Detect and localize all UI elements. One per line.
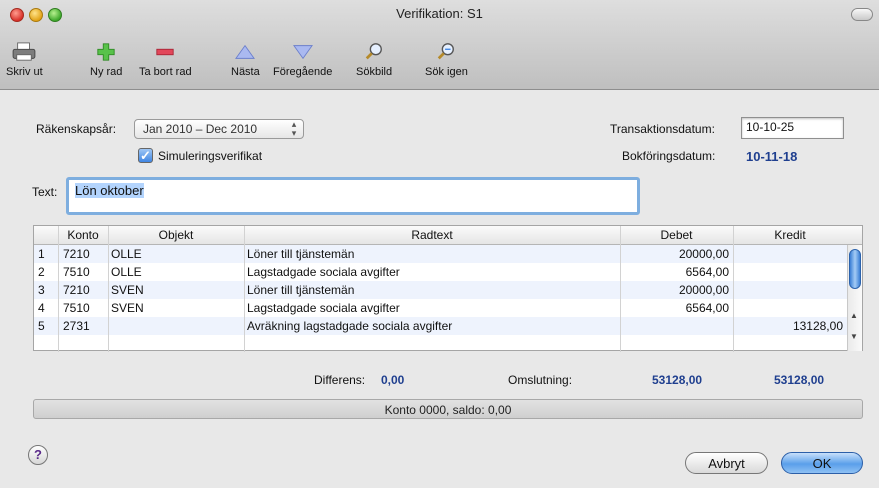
konto-cell[interactable]: 7210 xyxy=(63,247,90,261)
next-button[interactable]: Nästa xyxy=(231,42,260,78)
search-view-label: Sökbild xyxy=(356,66,393,78)
new-row-label: Ny rad xyxy=(90,66,123,78)
kredit-cell[interactable]: 13128,00 xyxy=(733,319,843,333)
scroll-up-arrow-icon[interactable]: ▲ xyxy=(850,311,858,320)
column-divider xyxy=(58,226,59,352)
kredit-total: 53128,00 xyxy=(774,373,825,387)
row-number: 3 xyxy=(38,283,45,297)
delete-row-button[interactable]: Ta bort rad xyxy=(139,42,192,78)
column-header-konto[interactable]: Konto xyxy=(58,228,108,242)
column-divider xyxy=(108,226,109,352)
simulation-label: Simuleringsverifikat xyxy=(158,149,263,163)
new-row-button[interactable]: Ny rad xyxy=(90,42,122,78)
objekt-cell[interactable]: OLLE xyxy=(111,247,142,261)
row-number: 2 xyxy=(38,265,45,279)
ok-button[interactable]: OK xyxy=(781,452,863,474)
printer-icon xyxy=(12,42,36,61)
objekt-cell[interactable]: SVEN xyxy=(111,301,144,315)
status-bar: Konto 0000, saldo: 0,00 xyxy=(33,399,863,419)
magnifier-icon xyxy=(365,43,382,60)
column-header-objekt[interactable]: Objekt xyxy=(108,228,244,242)
table-scrollbar[interactable]: ▲ ▼ xyxy=(847,245,862,351)
table-row[interactable]: 2 7510 OLLE Lagstadgade sociala avgifter… xyxy=(34,263,847,281)
transaction-date-field[interactable]: 10-10-25 xyxy=(741,117,844,139)
debet-cell[interactable]: 6564,00 xyxy=(620,301,729,315)
radtext-cell[interactable]: Lagstadgade sociala avgifter xyxy=(247,301,400,315)
debet-cell[interactable]: 20000,00 xyxy=(620,283,729,297)
debet-cell[interactable]: 6564,00 xyxy=(620,265,729,279)
table-row[interactable]: 3 7210 SVEN Löner till tjänstemän 20000,… xyxy=(34,281,847,299)
next-label: Nästa xyxy=(231,66,260,78)
konto-cell[interactable]: 2731 xyxy=(63,319,90,333)
table-row[interactable]: 1 7210 OLLE Löner till tjänstemän 20000,… xyxy=(34,245,847,263)
radtext-cell[interactable]: Löner till tjänstemän xyxy=(247,247,354,261)
title-toolbar-area: Verifikation: S1 Skriv ut Ny rad Ta bort… xyxy=(0,0,879,90)
omslutning-label: Omslutning: xyxy=(508,373,573,387)
differens-label: Differens: xyxy=(314,373,366,387)
plus-icon xyxy=(97,43,115,61)
search-again-label: Sök igen xyxy=(425,66,468,78)
konto-cell[interactable]: 7510 xyxy=(63,265,90,279)
search-again-button[interactable]: Sök igen xyxy=(425,42,468,78)
scroll-down-arrow-icon[interactable]: ▼ xyxy=(850,332,858,341)
column-divider xyxy=(244,226,245,352)
window-title: Verifikation: S1 xyxy=(396,6,483,21)
cancel-button[interactable]: Avbryt xyxy=(685,452,768,474)
fiscal-year-value: Jan 2010 – Dec 2010 xyxy=(143,122,258,136)
previous-button[interactable]: Föregående xyxy=(273,42,332,78)
table-row[interactable]: 5 2731 Avräkning lagstadgade sociala avg… xyxy=(34,317,847,335)
transaction-date-label: Transaktionsdatum: xyxy=(610,122,715,136)
table-row[interactable]: 4 7510 SVEN Lagstadgade sociala avgifter… xyxy=(34,299,847,317)
row-number: 1 xyxy=(38,247,45,261)
radtext-cell[interactable]: Löner till tjänstemän xyxy=(247,283,354,297)
text-label: Text: xyxy=(32,185,58,199)
magnifier-again-icon xyxy=(438,43,455,60)
konto-cell[interactable]: 7510 xyxy=(63,301,90,315)
radtext-cell[interactable]: Lagstadgade sociala avgifter xyxy=(247,265,400,279)
fiscal-year-label: Räkenskapsår: xyxy=(36,122,117,136)
scrollbar-thumb[interactable] xyxy=(849,249,861,289)
debet-cell[interactable]: 20000,00 xyxy=(620,247,729,261)
booking-date-value: 10-11-18 xyxy=(746,149,798,164)
text-value: Lön oktober xyxy=(75,183,144,198)
booking-date-label: Bokföringsdatum: xyxy=(622,149,716,163)
column-header-radtext[interactable]: Radtext xyxy=(244,228,620,242)
delete-row-label: Ta bort rad xyxy=(139,66,192,78)
text-input[interactable]: Lön oktober xyxy=(66,177,640,215)
column-divider xyxy=(733,226,734,352)
print-button[interactable]: Skriv ut xyxy=(6,42,43,78)
minus-icon xyxy=(156,48,174,56)
column-header-kredit[interactable]: Kredit xyxy=(733,228,847,242)
column-divider xyxy=(620,226,621,352)
search-view-button[interactable]: Sökbild xyxy=(356,42,392,78)
verification-window: Verifikation: S1 Skriv ut Ny rad Ta bort… xyxy=(0,0,879,488)
column-header-debet[interactable]: Debet xyxy=(620,228,733,242)
help-button[interactable]: ? xyxy=(28,445,48,465)
objekt-cell[interactable]: OLLE xyxy=(111,265,142,279)
objekt-cell[interactable]: SVEN xyxy=(111,283,144,297)
triangle-up-icon xyxy=(235,44,256,59)
row-number: 4 xyxy=(38,301,45,315)
row-number: 5 xyxy=(38,319,45,333)
triangle-down-icon xyxy=(292,45,313,60)
differens-value: 0,00 xyxy=(381,373,405,387)
konto-cell[interactable]: 7210 xyxy=(63,283,90,297)
debet-total: 53128,00 xyxy=(652,373,703,387)
print-label: Skriv ut xyxy=(6,66,43,78)
updown-arrows-icon: ▴ ▾ xyxy=(291,119,297,138)
verification-content: Räkenskapsår: Jan 2010 – Dec 2010 ▴ ▾ ✓ S… xyxy=(0,91,879,488)
table-header: Konto Objekt Radtext Debet Kredit xyxy=(34,226,862,245)
toolbar-toggle-button[interactable] xyxy=(851,8,873,21)
entries-table: Konto Objekt Radtext Debet Kredit 1 7210… xyxy=(33,225,863,352)
fiscal-year-select[interactable]: Jan 2010 – Dec 2010 ▴ ▾ xyxy=(134,119,304,139)
radtext-cell[interactable]: Avräkning lagstadgade sociala avgifter xyxy=(247,319,452,333)
simulation-checkbox[interactable]: ✓ xyxy=(138,148,153,163)
previous-label: Föregående xyxy=(273,66,333,78)
